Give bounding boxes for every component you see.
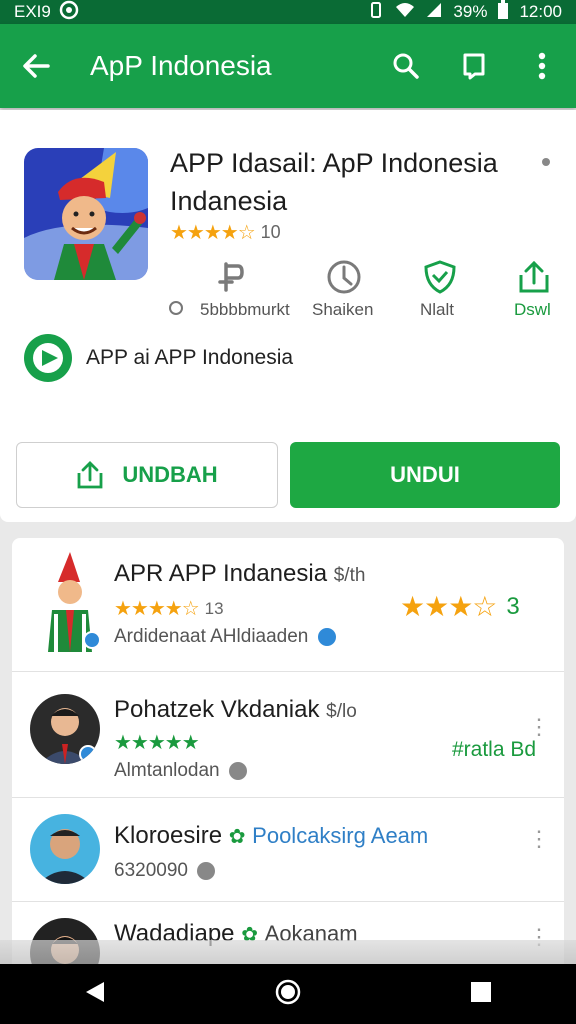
item-right-text: #ratla Bd bbox=[452, 738, 537, 761]
arrow-left-icon bbox=[23, 54, 50, 78]
item-menu-icon[interactable]: ⋮ bbox=[528, 826, 550, 852]
item-tag: Poolcaksirg Aeam bbox=[252, 823, 429, 848]
scroll-fade bbox=[0, 940, 576, 964]
item-subtitle: Ardidenaat AHldiaaden bbox=[114, 626, 336, 648]
action-key[interactable] bbox=[208, 254, 256, 300]
app-title: APP Idasail: ApP Indonesia Indanesia bbox=[170, 148, 498, 216]
list-item[interactable]: APR APP Indanesia $/th ★★★★☆ 13 Ardidena… bbox=[12, 538, 564, 672]
shield-icon bbox=[424, 260, 456, 294]
item-name: Pohatzek Vkdaniak $/lo bbox=[114, 696, 357, 724]
list-item[interactable]: Kloroesire ✿ Poolcaksirg Aeam 6320090 ⋮ bbox=[12, 798, 564, 902]
back-button[interactable] bbox=[0, 24, 72, 108]
avatar bbox=[30, 694, 100, 764]
item-title: Pohatzek Vkdaniak bbox=[114, 696, 320, 723]
star-rating: ★★★★☆ bbox=[170, 222, 256, 244]
signal-icon bbox=[425, 1, 443, 24]
share-button-label: UNDBAH bbox=[122, 462, 218, 487]
app-icon[interactable] bbox=[24, 148, 148, 280]
action-label-0: 5bbbbmurkt bbox=[200, 300, 290, 319]
share-icon bbox=[519, 260, 549, 293]
item-subtitle: 6320090 bbox=[114, 860, 216, 882]
more-vert-icon bbox=[538, 52, 546, 80]
item-title: Kloroesire bbox=[114, 822, 223, 849]
clock-icon bbox=[327, 260, 361, 294]
edit-icon bbox=[228, 761, 247, 780]
edit-icon bbox=[197, 861, 216, 880]
status-bar: EXI9 39% 12:00 bbox=[0, 0, 576, 24]
install-button-label: UNDUI bbox=[390, 462, 460, 487]
item-subtitle-text: 6320090 bbox=[114, 860, 188, 881]
battery-level: 39% bbox=[453, 2, 488, 21]
avatar bbox=[30, 814, 100, 884]
app-bar: ApP Indonesia bbox=[0, 24, 576, 108]
app-rating: ★★★★☆ 10 bbox=[170, 220, 281, 245]
verified-icon bbox=[317, 627, 336, 646]
app-detail-card: APP Idasail: ApP Indonesia Indanesia ★★★… bbox=[0, 110, 576, 522]
navigation-bar bbox=[0, 964, 576, 1024]
bookmark-icon bbox=[463, 53, 485, 80]
avatar bbox=[30, 552, 106, 652]
item-subtitle: Almtanlodan bbox=[114, 760, 247, 782]
bookmark-button[interactable] bbox=[440, 24, 508, 108]
action-clock[interactable] bbox=[320, 254, 368, 300]
item-suffix: $/th bbox=[333, 565, 366, 586]
search-button[interactable] bbox=[372, 24, 440, 108]
item-title: APR APP Indanesia bbox=[114, 560, 328, 587]
action-share[interactable] bbox=[510, 254, 558, 300]
star-rating: ★★★★★ bbox=[114, 732, 200, 754]
clover-icon: ✿ bbox=[228, 826, 246, 848]
item-rating: ★★★★☆ 13 bbox=[114, 596, 224, 621]
play-icon bbox=[24, 334, 72, 382]
status-text: EXI9 bbox=[14, 2, 51, 21]
item-subtitle-text: Ardidenaat AHldiaaden bbox=[114, 626, 309, 647]
item-suffix: $/lo bbox=[326, 701, 357, 722]
home-circle-icon bbox=[275, 979, 301, 1004]
star-rating: ★★★★☆ bbox=[114, 598, 200, 620]
list-item[interactable]: Pohatzek Vkdaniak $/lo ★★★★★ Almtanlodan… bbox=[12, 672, 564, 798]
item-right-value: 3 bbox=[506, 592, 520, 620]
nav-back-button[interactable] bbox=[84, 980, 106, 1009]
install-button[interactable]: UNDUI bbox=[290, 442, 560, 508]
nav-recents-button[interactable] bbox=[470, 981, 492, 1008]
square-recents-icon bbox=[470, 981, 491, 1002]
item-menu-icon[interactable]: ⋮ bbox=[528, 714, 550, 740]
star-rating: ★★★☆ bbox=[400, 591, 497, 622]
item-right-rating: ★★★☆ 3 bbox=[400, 590, 520, 623]
dot-icon bbox=[542, 158, 550, 166]
info-icon bbox=[168, 300, 184, 321]
action-label-1: Shaiken bbox=[312, 300, 374, 319]
action-label-2: Nlalt bbox=[420, 300, 455, 319]
item-subtitle-text: Almtanlodan bbox=[114, 760, 220, 781]
developer-row[interactable]: APP ai APP Indonesia bbox=[24, 334, 293, 382]
clock-time: 12:00 bbox=[519, 2, 562, 21]
item-name: APR APP Indanesia $/th bbox=[114, 560, 365, 588]
action-label-3: Dswl bbox=[514, 300, 551, 319]
triangle-back-icon bbox=[86, 981, 105, 1002]
vibrate-icon bbox=[367, 1, 385, 24]
developer-name: APP ai APP Indonesia bbox=[86, 346, 294, 369]
action-shield[interactable] bbox=[416, 254, 464, 300]
share-button[interactable]: UNDBAH bbox=[16, 442, 278, 508]
battery-icon bbox=[497, 0, 509, 25]
page-title: ApP Indonesia bbox=[90, 50, 272, 81]
android-icon bbox=[59, 0, 79, 25]
rating-count: 10 bbox=[260, 222, 281, 242]
share-icon bbox=[77, 461, 103, 489]
search-icon bbox=[393, 53, 419, 79]
nav-home-button[interactable] bbox=[275, 979, 301, 1010]
key-icon bbox=[218, 262, 244, 292]
wifi-icon bbox=[395, 1, 415, 24]
item-name: Kloroesire ✿ Poolcaksirg Aeam bbox=[114, 822, 428, 850]
item-count: 13 bbox=[204, 598, 224, 618]
overflow-menu-button[interactable] bbox=[508, 24, 576, 108]
